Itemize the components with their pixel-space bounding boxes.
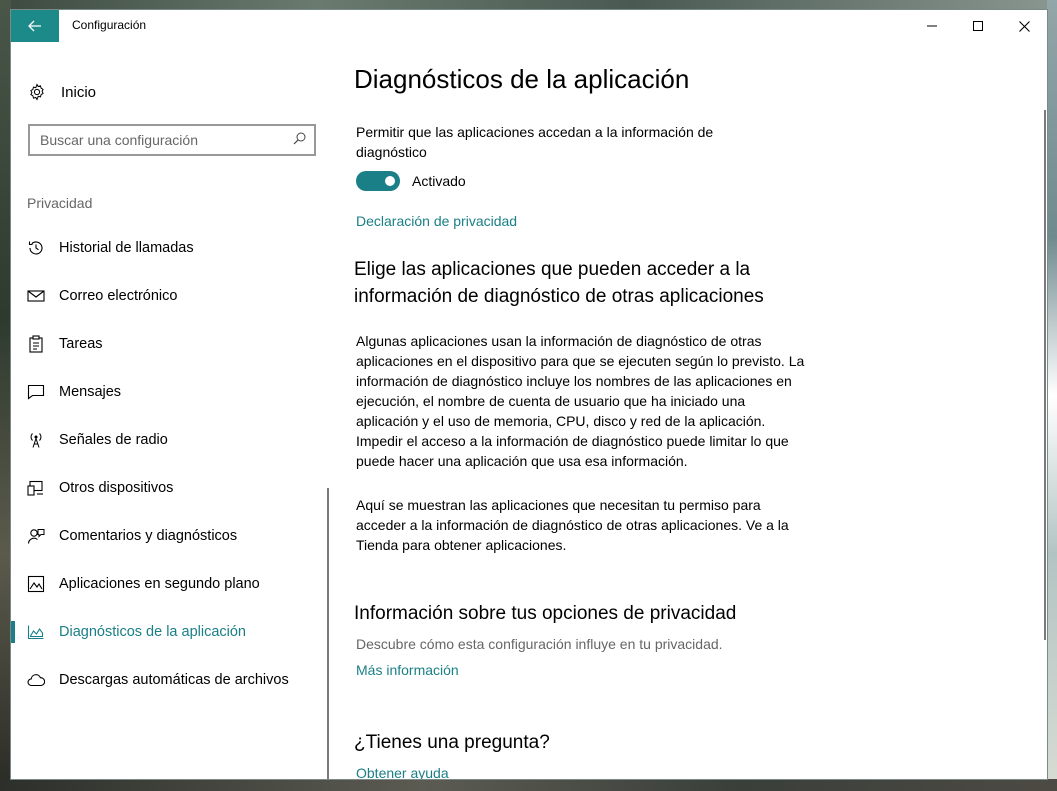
mail-icon <box>27 287 45 305</box>
sidebar-item-email[interactable]: Correo electrónico <box>11 272 329 320</box>
desktop-background-left <box>0 0 11 791</box>
apps-permission-paragraph: Aquí se muestran las aplicaciones que ne… <box>356 497 789 553</box>
desktop-background-right <box>1047 0 1057 791</box>
toggle-state-label: Activado <box>412 173 466 189</box>
feedback-icon <box>27 527 45 545</box>
cloud-icon <box>27 671 45 689</box>
toggle-description: Permitir que las aplicaciones accedan a … <box>356 124 714 160</box>
back-button[interactable] <box>11 10 59 42</box>
search-box[interactable] <box>28 124 316 156</box>
privacy-statement-link[interactable]: Declaración de privacidad <box>356 213 517 229</box>
gear-icon <box>27 83 47 101</box>
home-label: Inicio <box>61 83 97 101</box>
sidebar-item-other-devices[interactable]: Otros dispositivos <box>11 464 329 512</box>
sidebar-item-label: Diagnósticos de la aplicación <box>59 624 246 640</box>
diagnostics-toggle-row: Activado <box>356 171 466 191</box>
background-apps-icon <box>27 575 45 593</box>
window-controls <box>909 10 1047 42</box>
title-bar: Configuración <box>11 10 1047 42</box>
maximize-icon <box>973 21 983 31</box>
question-heading: ¿Tienes una pregunta? <box>354 732 550 753</box>
sidebar-item-call-history[interactable]: Historial de llamadas <box>11 224 329 272</box>
desktop-background-top <box>0 0 1057 10</box>
sidebar-item-label: Mensajes <box>59 384 122 400</box>
sidebar-item-label: Aplicaciones en segundo plano <box>59 576 260 592</box>
app-diagnostics-icon <box>27 623 45 641</box>
toggle-knob <box>385 176 395 186</box>
privacy-info-description: Descubre cómo esta configuración influye… <box>356 636 723 652</box>
privacy-info-heading: Información sobre tus opciones de privac… <box>354 603 737 624</box>
sidebar-item-label: Señales de radio <box>59 432 168 448</box>
sidebar-item-tasks[interactable]: Tareas <box>11 320 329 368</box>
arrow-left-icon <box>28 20 41 32</box>
sidebar-item-label: Otros dispositivos <box>59 480 174 496</box>
sidebar-item-label: Historial de llamadas <box>59 240 194 256</box>
close-button[interactable] <box>1001 10 1047 42</box>
diagnostics-explanation-paragraph: Algunas aplicaciones usan la información… <box>356 333 805 469</box>
search-icon[interactable] <box>293 132 306 150</box>
sidebar: Inicio Privacidad <box>11 42 329 779</box>
message-icon <box>27 383 45 401</box>
minimize-icon <box>927 25 937 27</box>
desktop-background-bottom <box>0 779 1057 791</box>
sidebar-item-messages[interactable]: Mensajes <box>11 368 329 416</box>
page-title: Diagnósticos de la aplicación <box>354 64 690 94</box>
maximize-button[interactable] <box>955 10 1001 42</box>
home-nav-item[interactable]: Inicio <box>27 80 96 104</box>
sidebar-item-label: Tareas <box>59 336 103 352</box>
sidebar-item-label: Descargas automáticas de archivos <box>59 672 289 688</box>
settings-window: Configuración Inicio Buscar una configur… <box>11 10 1047 779</box>
section-label-privacy: Privacidad <box>27 195 93 211</box>
sidebar-item-label: Comentarios y diagnósticos <box>59 528 238 544</box>
diagnostics-toggle-switch[interactable] <box>356 171 400 191</box>
sidebar-item-label: Correo electrónico <box>59 288 178 304</box>
sidebar-item-radios[interactable]: Señales de radio <box>11 416 329 464</box>
close-icon <box>1018 20 1030 32</box>
main-content: Diagnósticos de la aplicación Permitir q… <box>354 42 1034 779</box>
sidebar-item-feedback[interactable]: Comentarios y diagnósticos <box>11 512 329 560</box>
sidebar-item-automatic-downloads[interactable]: Descargas automáticas de archivos <box>11 656 329 704</box>
radio-tower-icon <box>27 431 45 449</box>
sidebar-scrollbar[interactable] <box>327 488 329 779</box>
get-help-link[interactable]: Obtener ayuda <box>356 765 449 779</box>
more-info-link[interactable]: Más información <box>356 662 459 678</box>
main-scrollbar[interactable] <box>1044 110 1046 640</box>
choose-apps-heading: Elige las aplicaciones que pueden accede… <box>354 259 764 307</box>
history-icon <box>27 239 45 257</box>
clipboard-icon <box>27 335 45 353</box>
search-input[interactable] <box>30 127 282 153</box>
devices-icon <box>27 479 45 497</box>
minimize-button[interactable] <box>909 10 955 42</box>
window-title: Configuración <box>72 18 147 32</box>
sidebar-item-app-diagnostics[interactable]: Diagnósticos de la aplicación <box>11 608 329 656</box>
privacy-nav-list: Historial de llamadas Correo electrónico <box>11 224 329 704</box>
sidebar-item-background-apps[interactable]: Aplicaciones en segundo plano <box>11 560 329 608</box>
